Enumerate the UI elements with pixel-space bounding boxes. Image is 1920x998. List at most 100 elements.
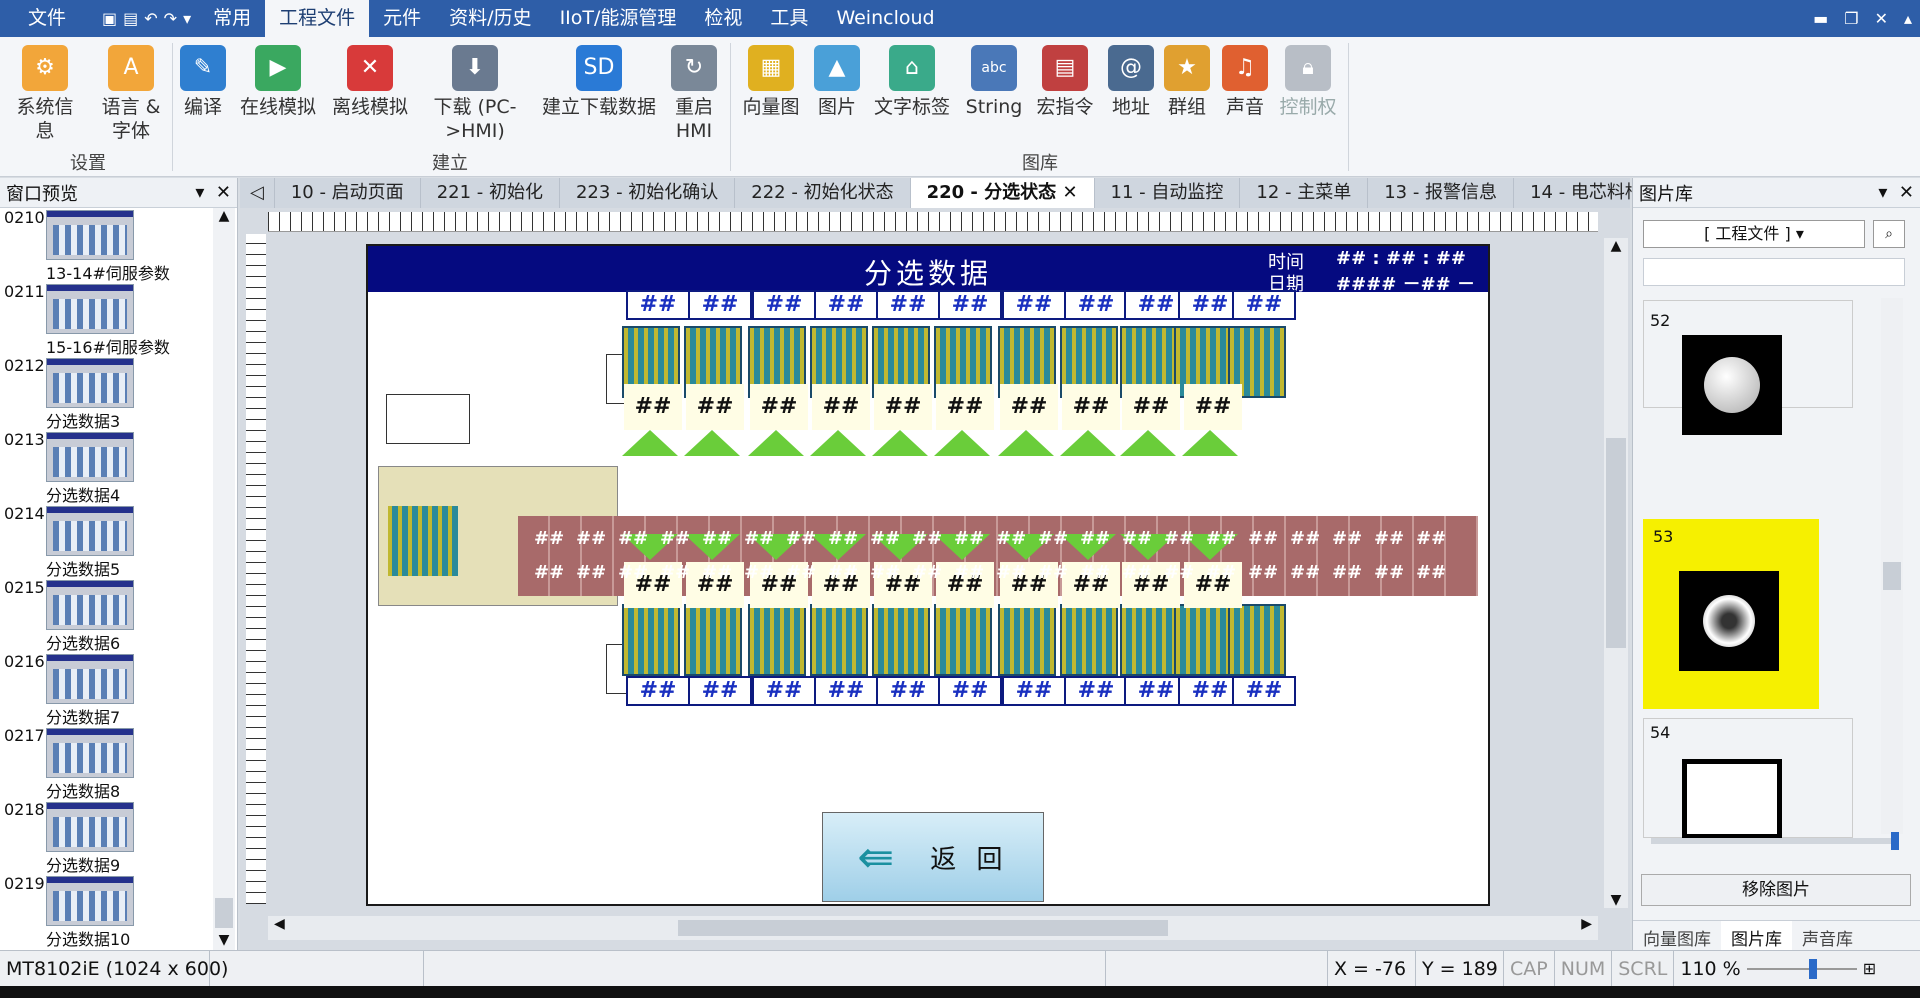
- counter-display-upper[interactable]: ##: [1062, 384, 1120, 430]
- expand-icon[interactable]: ▴: [1904, 9, 1912, 28]
- scroll-up-icon[interactable]: ▲: [1604, 238, 1628, 254]
- counter-display-upper[interactable]: ##: [1184, 384, 1242, 430]
- thumbnail-item[interactable]: 0218 分选数据9: [0, 800, 210, 875]
- save-all-icon[interactable]: ▤: [123, 9, 138, 28]
- scroll-up-icon[interactable]: ▲: [213, 208, 235, 224]
- scroll-down-icon[interactable]: ▼: [213, 932, 235, 948]
- menu-project-file[interactable]: 工程文件: [265, 0, 370, 37]
- numeric-display-top[interactable]: ##: [752, 290, 816, 320]
- close-icon[interactable]: ✕: [1875, 9, 1888, 28]
- tab-vector-library[interactable]: 向量图库: [1633, 921, 1721, 950]
- picture-item[interactable]: 54: [1643, 718, 1853, 839]
- scroll-down-icon[interactable]: ▼: [1604, 892, 1628, 908]
- thumbnail-item[interactable]: 0219 分选数据10: [0, 874, 210, 949]
- tab-223[interactable]: 223 - 初始化确认: [560, 178, 736, 208]
- numeric-display-top[interactable]: ##: [626, 290, 690, 320]
- thumbnail-size-slider[interactable]: [1651, 832, 1899, 850]
- numeric-display-top[interactable]: ##: [688, 290, 752, 320]
- offline-sim-button[interactable]: ✕ 离线模拟: [330, 45, 410, 119]
- control-permission-button[interactable]: 🔒︎ 控制权: [1278, 45, 1338, 119]
- slider-handle[interactable]: [1891, 832, 1899, 850]
- sound-button[interactable]: ♫ 声音: [1220, 45, 1270, 119]
- text-tag-button[interactable]: ⌂ 文字标签: [874, 45, 950, 119]
- numeric-display-bottom[interactable]: ##: [1002, 676, 1066, 706]
- menu-tools[interactable]: 工具: [756, 0, 822, 37]
- online-sim-button[interactable]: ▶ 在线模拟: [238, 45, 318, 119]
- thumbnail-item[interactable]: 0215 分选数据6: [0, 578, 210, 653]
- restart-hmi-button[interactable]: ↻ 重启 HMI: [666, 45, 722, 143]
- scroll-thumb[interactable]: [1883, 562, 1901, 590]
- numeric-display-bottom[interactable]: ##: [1232, 676, 1296, 706]
- address-button[interactable]: @ 地址: [1106, 45, 1156, 119]
- numeric-display-bottom[interactable]: ##: [814, 676, 878, 706]
- close-panel-icon[interactable]: ✕: [216, 182, 231, 203]
- canvas-vscrollbar[interactable]: ▲ ▼: [1604, 238, 1628, 908]
- tab-scroll-left-icon[interactable]: ◁: [240, 178, 275, 208]
- hmi-canvas[interactable]: 分选数据 时间 日期 ## : ## : ## #### －## －## ## #…: [366, 244, 1490, 906]
- scroll-thumb[interactable]: [215, 898, 233, 928]
- build-download-button[interactable]: SD 建立下载数据: [540, 45, 658, 119]
- thumbnail-scrollbar[interactable]: ▲ ▼: [213, 208, 235, 950]
- tab-12[interactable]: 12 - 主菜单: [1240, 178, 1369, 208]
- tab-13[interactable]: 13 - 报警信息: [1368, 178, 1515, 208]
- numeric-display-top[interactable]: ##: [1232, 290, 1296, 320]
- counter-display-upper[interactable]: ##: [750, 384, 808, 430]
- thumbnail-item[interactable]: 0213 分选数据4: [0, 430, 210, 505]
- menu-object[interactable]: 元件: [369, 0, 435, 37]
- menu-view[interactable]: 检视: [690, 0, 756, 37]
- picture-item-selected[interactable]: 53: [1643, 519, 1819, 709]
- library-search-input[interactable]: [1643, 258, 1905, 286]
- library-scrollbar[interactable]: [1881, 298, 1903, 834]
- counter-display-upper[interactable]: ##: [874, 384, 932, 430]
- menu-file[interactable]: 文件: [0, 0, 94, 37]
- menu-common[interactable]: 常用: [199, 0, 265, 37]
- menu-weincloud[interactable]: Weincloud: [822, 0, 948, 37]
- numeric-display-top[interactable]: ##: [876, 290, 940, 320]
- counter-display-upper[interactable]: ##: [624, 384, 682, 430]
- numeric-display-bottom[interactable]: ##: [938, 676, 1002, 706]
- dropdown-icon[interactable]: ▾: [195, 182, 204, 203]
- scroll-right-icon[interactable]: ▶: [1581, 916, 1592, 932]
- counter-display-upper[interactable]: ##: [936, 384, 994, 430]
- numeric-display-bottom[interactable]: ##: [876, 676, 940, 706]
- tab-10[interactable]: 10 - 启动页面: [275, 178, 421, 208]
- customize-qa-icon[interactable]: ▾: [183, 9, 191, 28]
- thumbnail-item[interactable]: 0214 分选数据5: [0, 504, 210, 579]
- tab-11[interactable]: 11 - 自动监控: [1095, 178, 1241, 208]
- thumbnail-item[interactable]: 0216 分选数据7: [0, 652, 210, 727]
- minimize-icon[interactable]: ▬: [1813, 9, 1828, 28]
- counter-display-upper[interactable]: ##: [812, 384, 870, 430]
- canvas-hscrollbar[interactable]: ◀ ▶: [268, 916, 1598, 940]
- zoom-slider[interactable]: [1746, 951, 1857, 987]
- thumbnail-item[interactable]: 0211 15-16#伺服参数: [0, 282, 210, 357]
- menu-iiot[interactable]: IIoT/能源管理: [546, 0, 691, 37]
- tab-222[interactable]: 222 - 初始化状态: [735, 178, 911, 208]
- numeric-display-bottom[interactable]: ##: [626, 676, 690, 706]
- close-tab-icon[interactable]: ✕: [1062, 182, 1077, 203]
- tab-picture-library[interactable]: 图片库: [1721, 921, 1792, 950]
- scroll-thumb[interactable]: [1606, 438, 1626, 648]
- scroll-left-icon[interactable]: ◀: [274, 916, 285, 932]
- undo-icon[interactable]: ↶: [144, 9, 157, 28]
- numeric-display-top[interactable]: ##: [938, 290, 1002, 320]
- string-button[interactable]: abc String: [962, 45, 1026, 119]
- group-button[interactable]: ★ 群组: [1162, 45, 1212, 119]
- vector-image-button[interactable]: ▦ 向量图: [742, 45, 800, 119]
- dropdown-icon[interactable]: ▾: [1878, 182, 1887, 203]
- back-button[interactable]: ⇚ 返 回: [822, 812, 1044, 902]
- numeric-display-top[interactable]: ##: [1002, 290, 1066, 320]
- picture-item[interactable]: 52: [1643, 300, 1853, 435]
- restore-icon[interactable]: ❐: [1844, 9, 1858, 28]
- close-panel-icon[interactable]: ✕: [1899, 182, 1914, 203]
- menu-data-history[interactable]: 资料/历史: [435, 0, 545, 37]
- compile-button[interactable]: ✎ 编译: [178, 45, 228, 119]
- thumbnail-item[interactable]: 0217 分选数据8: [0, 726, 210, 801]
- thumbnail-item[interactable]: 0210 13-14#伺服参数: [0, 208, 210, 283]
- library-source-select[interactable]: [ 工程文件 ] ▾: [1643, 220, 1865, 248]
- numeric-display-top[interactable]: ##: [814, 290, 878, 320]
- slider-handle[interactable]: [1808, 958, 1817, 979]
- numeric-display-bottom[interactable]: ##: [752, 676, 816, 706]
- tab-220[interactable]: 220 - 分选状态 ✕: [910, 178, 1095, 208]
- system-info-button[interactable]: ⚙ 系统信息: [14, 45, 76, 143]
- counter-display-upper[interactable]: ##: [686, 384, 744, 430]
